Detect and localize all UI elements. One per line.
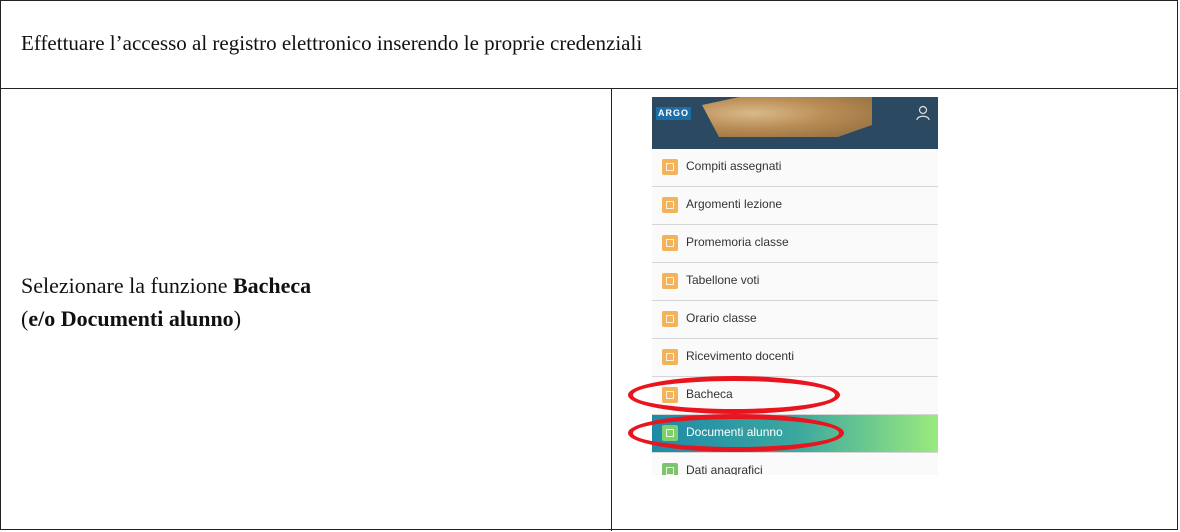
table-header-row: Effettuare l’accesso al registro elettro… <box>1 1 1177 89</box>
grades-board-icon <box>662 273 678 289</box>
instruction-bacheca: Bacheca <box>232 273 312 298</box>
menu-item-tabellone-voti[interactable]: Tabellone voti <box>652 263 938 301</box>
instruction-prefix: Selezionare la funzione <box>21 273 233 298</box>
bacheca-highlight-ellipse <box>628 376 840 414</box>
select-function-instruction: Selezionare la funzione Bacheca (e/o Doc… <box>21 269 311 335</box>
menu-item-label: Tabellone voti <box>686 273 760 287</box>
document-table: Effettuare l’accesso al registro elettro… <box>0 0 1178 531</box>
school-banner-image <box>702 97 872 137</box>
menu-item-argomenti-lezione[interactable]: Argomenti lezione <box>652 187 938 225</box>
assignments-icon <box>662 159 678 175</box>
menu-item-label: Ricevimento docenti <box>686 349 795 363</box>
teacher-meeting-icon <box>662 349 678 365</box>
instruction-documenti-alunno: e/o Documenti alunno <box>28 306 234 331</box>
app-header: ARGO <box>652 97 938 149</box>
menu-item-dati-anagrafici[interactable]: Dati anagrafici <box>652 453 938 475</box>
documenti-alunno-highlight-ellipse <box>628 414 844 452</box>
menu-item-label: Compiti assegnati <box>686 159 782 173</box>
class-reminder-icon <box>662 235 678 251</box>
instruction-close-paren: ) <box>233 306 242 331</box>
menu-item-label: Argomenti lezione <box>686 197 783 211</box>
user-icon[interactable] <box>916 105 930 121</box>
menu-item-label: Orario classe <box>686 311 757 325</box>
access-instruction-text: Effettuare l’accesso al registro elettro… <box>21 31 643 55</box>
menu-item-label: Dati anagrafici <box>686 463 763 475</box>
column-divider <box>611 89 612 531</box>
class-schedule-icon <box>662 311 678 327</box>
menu-item-promemoria-classe[interactable]: Promemoria classe <box>652 225 938 263</box>
personal-data-icon <box>662 463 678 475</box>
lesson-topics-icon <box>662 197 678 213</box>
menu-item-ricevimento-docenti[interactable]: Ricevimento docenti <box>652 339 938 377</box>
argo-logo: ARGO <box>656 107 691 120</box>
menu-item-orario-classe[interactable]: Orario classe <box>652 301 938 339</box>
menu-item-compiti-assegnati[interactable]: Compiti assegnati <box>652 149 938 187</box>
menu-item-label: Promemoria classe <box>686 235 789 249</box>
